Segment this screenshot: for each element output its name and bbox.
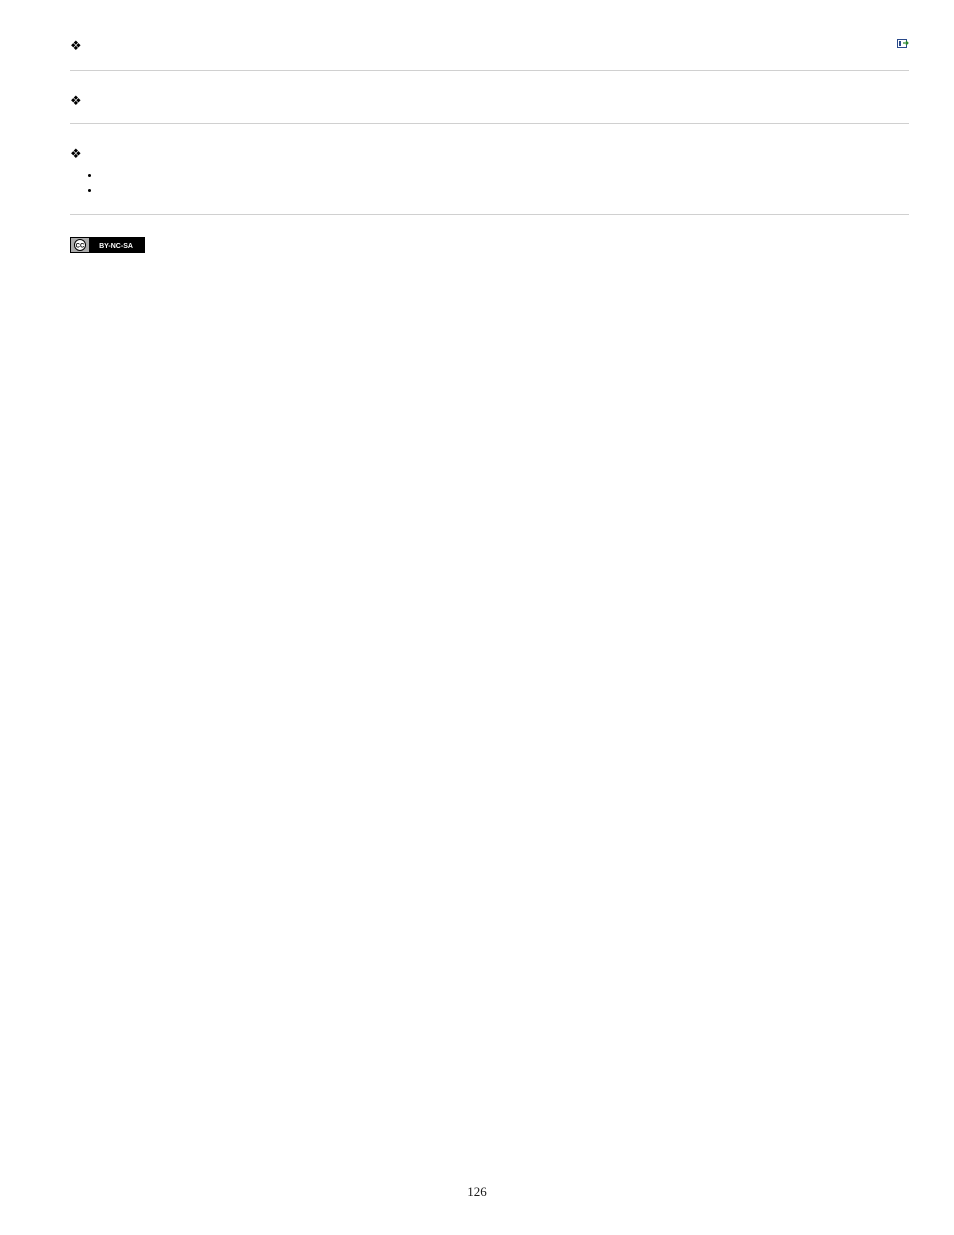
- license-text: BY-NC-SA: [99, 243, 133, 250]
- diamond-bullet-icon: ❖: [70, 147, 84, 160]
- list-item: [88, 183, 909, 192]
- diamond-bullet-icon: ❖: [70, 39, 84, 52]
- dot-bullet-icon: [88, 189, 91, 192]
- list-item: [88, 168, 909, 177]
- svg-text:CC: CC: [76, 244, 85, 250]
- sub-list: [88, 168, 909, 192]
- section-1: ❖: [70, 38, 909, 71]
- dot-bullet-icon: [88, 174, 91, 177]
- section-3: ❖: [70, 146, 909, 215]
- page-content: ❖ ❖ ❖: [0, 0, 954, 257]
- section-row: ❖: [70, 93, 909, 107]
- document-link-icon[interactable]: [897, 38, 909, 54]
- diamond-bullet-icon: ❖: [70, 94, 84, 107]
- section-row: ❖: [70, 146, 909, 160]
- section-row: ❖: [70, 38, 909, 54]
- page-number: 126: [0, 1184, 954, 1200]
- cc-license-badge[interactable]: CC BY-NC-SA: [70, 237, 909, 257]
- section-2: ❖: [70, 93, 909, 124]
